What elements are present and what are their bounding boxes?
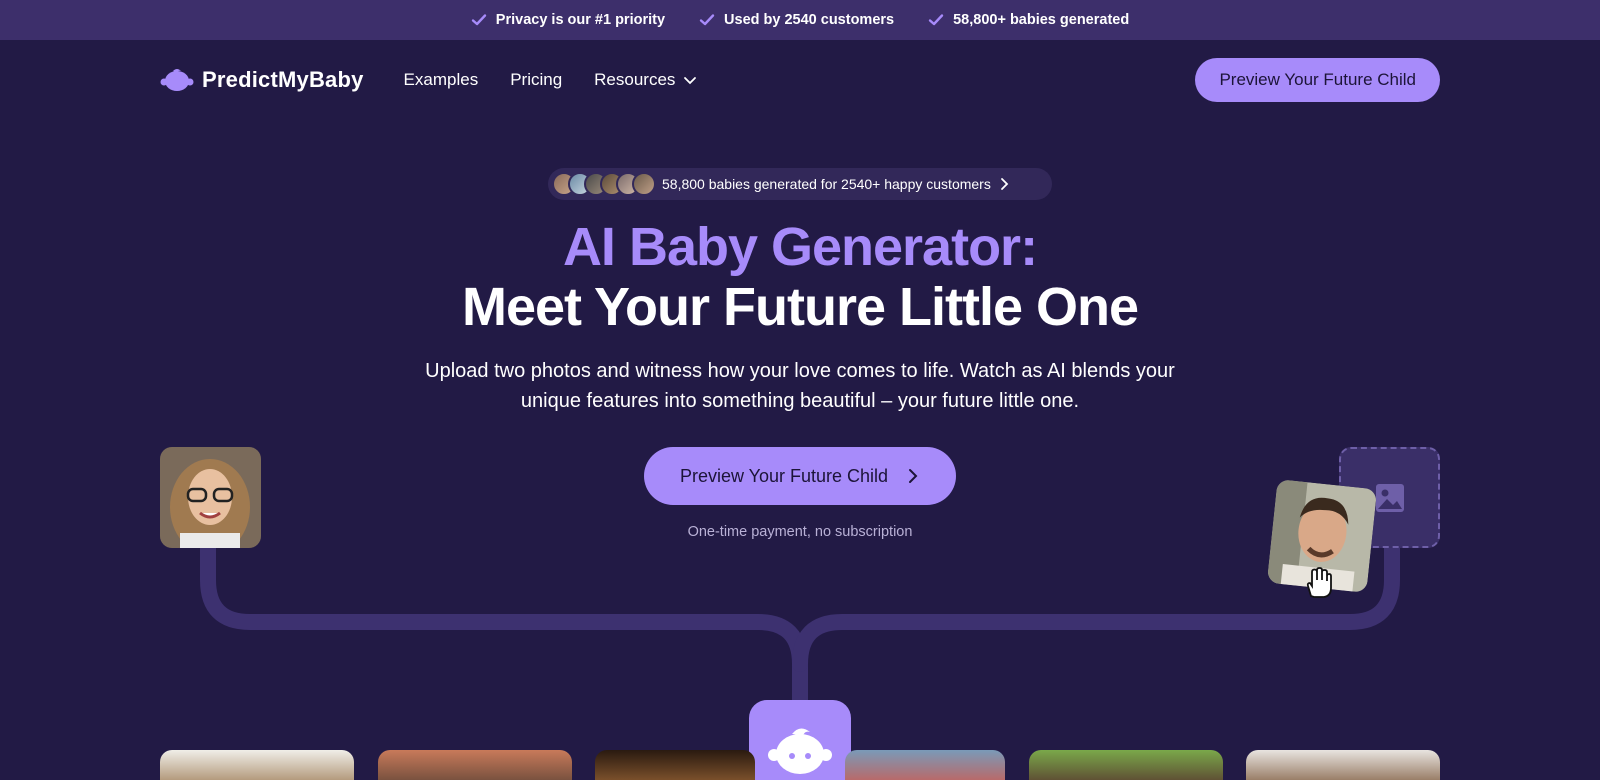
hand-cursor-icon — [1306, 567, 1332, 598]
baby-example-thumbnail[interactable] — [1246, 750, 1440, 780]
chevron-right-icon — [909, 469, 918, 483]
connector-lines — [200, 540, 1400, 728]
hero-preview-button[interactable]: Preview Your Future Child — [644, 447, 956, 505]
baby-generator-icon — [749, 700, 851, 780]
baby-example-thumbnail[interactable] — [595, 750, 755, 780]
baby-example-thumbnail[interactable] — [845, 750, 1005, 780]
baby-example-thumbnail[interactable] — [160, 750, 354, 780]
baby-example-thumbnail[interactable] — [1029, 750, 1223, 780]
image-icon — [1375, 483, 1404, 512]
baby-icon — [768, 728, 832, 774]
baby-example-thumbnail[interactable] — [378, 750, 572, 780]
hero-preview-button-label: Preview Your Future Child — [679, 465, 889, 486]
parent-photo-mother — [160, 447, 261, 548]
